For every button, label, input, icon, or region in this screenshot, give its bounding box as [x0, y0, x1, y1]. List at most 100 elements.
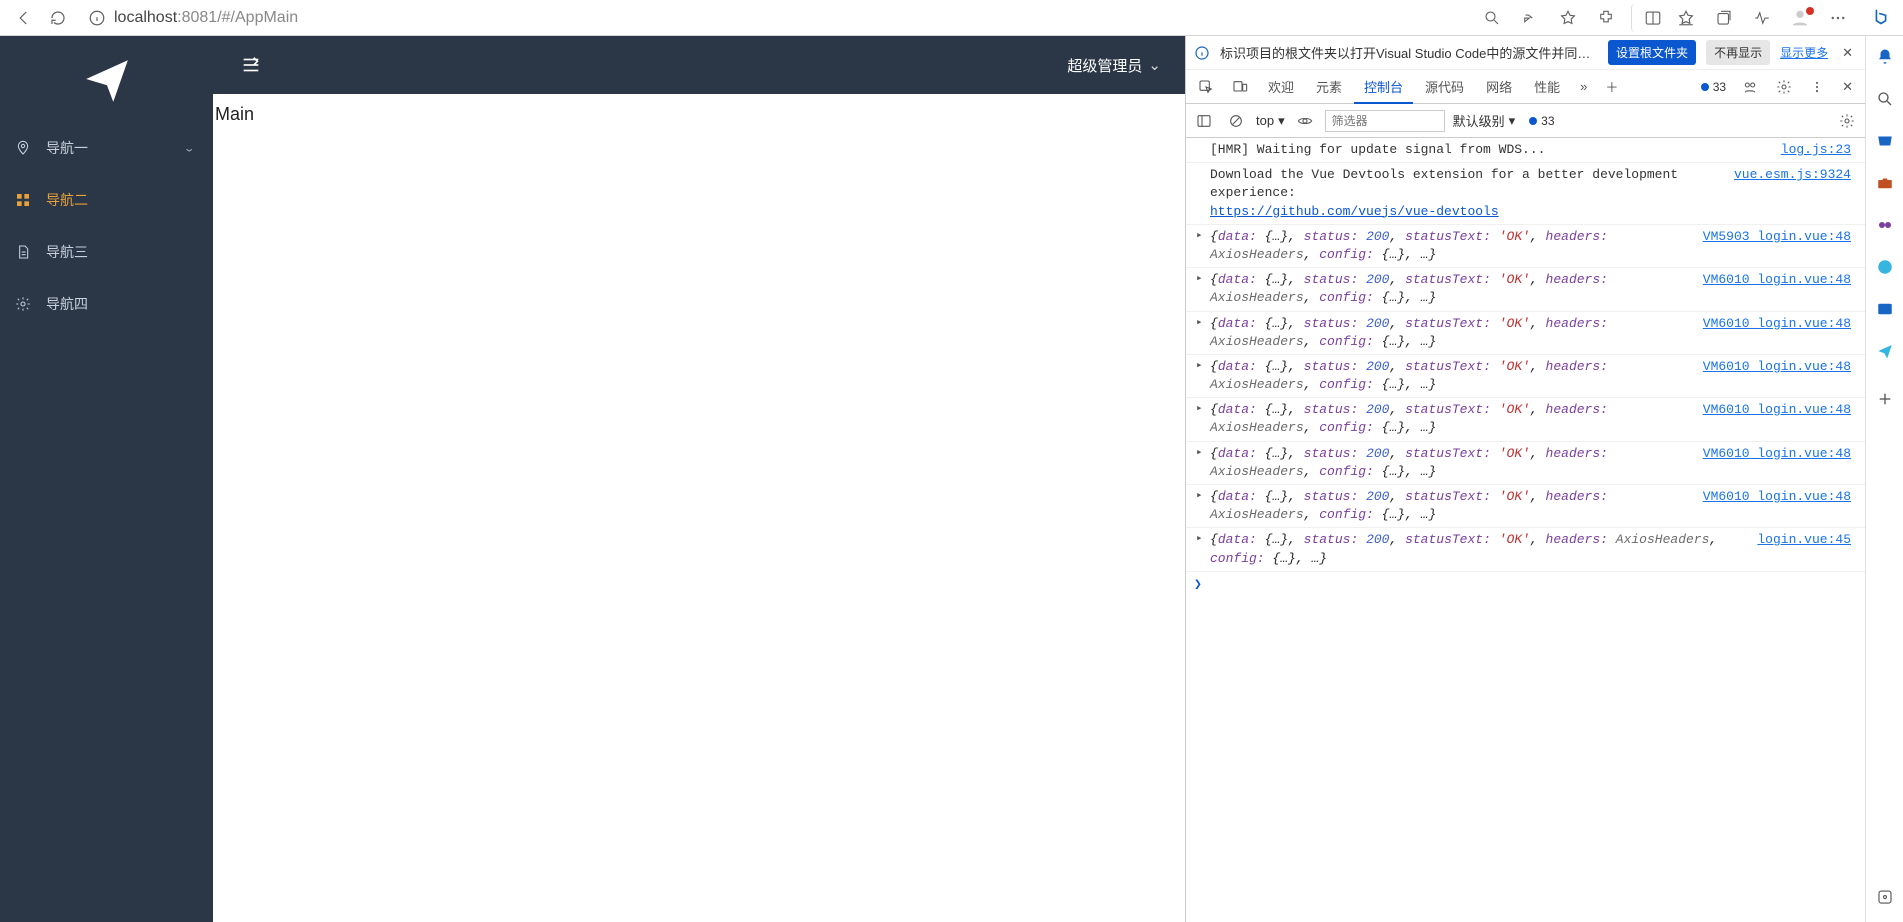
user-label: 超级管理员 — [1067, 55, 1142, 76]
never-show-button[interactable]: 不再显示 — [1706, 40, 1770, 65]
tab-elements[interactable]: 元素 — [1306, 70, 1352, 103]
performance-icon[interactable] — [1745, 4, 1779, 32]
caret-down-icon: ▾ — [1278, 113, 1285, 129]
settings-icon[interactable] — [1768, 79, 1800, 95]
inspect-element-icon[interactable] — [1190, 70, 1222, 103]
page-area: 导航一 ⌄ 导航二 导航三 导航四 — [0, 36, 1865, 922]
log-object: {data: {…}, status: 200, statusText: 'OK… — [1210, 315, 1693, 351]
log-text: Download the Vue Devtools extension for … — [1210, 167, 1686, 200]
collections-icon[interactable] — [1707, 4, 1741, 32]
search-side-icon[interactable] — [1874, 88, 1896, 110]
more-menu-icon[interactable] — [1821, 4, 1855, 32]
shopping-icon[interactable] — [1874, 130, 1896, 152]
address-bar[interactable]: localhost:8081/#/AppMain — [88, 9, 298, 27]
vue-devtools-link[interactable]: https://github.com/vuejs/vue-devtools — [1210, 204, 1499, 219]
back-button[interactable] — [10, 4, 38, 32]
tab-performance[interactable]: 性能 — [1524, 70, 1570, 103]
briefcase-icon[interactable] — [1874, 172, 1896, 194]
show-more-link[interactable]: 显示更多 — [1780, 44, 1828, 61]
add-panel-icon[interactable] — [1874, 388, 1896, 410]
log-source-link[interactable]: VM6010 login.vue:48 — [1703, 271, 1851, 289]
log-source-link[interactable]: VM6010 login.vue:48 — [1703, 401, 1851, 419]
app-nav: 导航一 ⌄ 导航二 导航三 导航四 — [0, 122, 213, 330]
console-object-row[interactable]: {data: {…}, status: 200, statusText: 'OK… — [1186, 355, 1865, 398]
log-source-link[interactable]: vue.esm.js:9324 — [1734, 166, 1851, 184]
tab-sources[interactable]: 源代码 — [1415, 70, 1474, 103]
app-sidebar: 导航一 ⌄ 导航二 导航三 导航四 — [0, 36, 213, 922]
split-screen-icon[interactable] — [1631, 4, 1665, 32]
games-icon[interactable] — [1874, 214, 1896, 236]
hidden-count-value: 33 — [1541, 114, 1554, 128]
reload-button[interactable] — [44, 4, 72, 32]
sidebar-settings-icon[interactable] — [1874, 886, 1896, 908]
issues-count-value: 33 — [1713, 80, 1726, 94]
favorites-hub-icon[interactable] — [1669, 4, 1703, 32]
console-object-row[interactable]: {data: {…}, status: 200, statusText: 'OK… — [1186, 528, 1865, 571]
feedback-icon[interactable] — [1734, 79, 1766, 95]
context-selector[interactable]: top ▾ — [1256, 113, 1285, 129]
tab-network[interactable]: 网络 — [1476, 70, 1522, 103]
more-tabs-icon[interactable]: » — [1572, 70, 1595, 103]
console-settings-icon[interactable] — [1835, 109, 1859, 133]
console-object-row[interactable]: {data: {…}, status: 200, statusText: 'OK… — [1186, 442, 1865, 485]
log-source-link[interactable]: login.vue:45 — [1757, 531, 1851, 549]
edge-logo-icon[interactable] — [1874, 256, 1896, 278]
nav-item-1[interactable]: 导航一 ⌄ — [0, 122, 213, 174]
nav-item-label: 导航二 — [46, 190, 88, 210]
url-path: /#/AppMain — [217, 9, 298, 26]
tab-console[interactable]: 控制台 — [1354, 71, 1413, 104]
nav-item-4[interactable]: 导航四 — [0, 278, 213, 330]
extensions-icon[interactable] — [1589, 4, 1623, 32]
hidden-messages-count[interactable]: 33 — [1523, 114, 1560, 128]
read-aloud-icon[interactable] — [1513, 4, 1547, 32]
console-object-row[interactable]: {data: {…}, status: 200, statusText: 'OK… — [1186, 268, 1865, 311]
nav-item-2[interactable]: 导航二 — [0, 174, 213, 226]
site-info-icon[interactable] — [88, 9, 106, 27]
edge-sidebar — [1865, 36, 1903, 922]
sidebar-toggle-button[interactable] — [237, 51, 265, 79]
log-source-link[interactable]: VM5903 login.vue:48 — [1703, 228, 1851, 246]
nav-item-label: 导航一 — [46, 138, 88, 158]
profile-avatar[interactable] — [1783, 4, 1817, 32]
close-icon[interactable]: ✕ — [1838, 45, 1857, 61]
device-toggle-icon[interactable] — [1224, 70, 1256, 103]
kebab-menu-icon[interactable] — [1802, 80, 1832, 94]
console-input[interactable] — [1186, 572, 1865, 596]
log-object: {data: {…}, status: 200, statusText: 'OK… — [1210, 228, 1693, 264]
add-tab-icon[interactable]: ＋ — [1597, 70, 1626, 103]
zoom-icon[interactable] — [1475, 4, 1509, 32]
log-source-link[interactable]: VM6010 login.vue:48 — [1703, 488, 1851, 506]
set-root-button[interactable]: 设置根文件夹 — [1608, 40, 1696, 65]
app-body: Main — [213, 94, 1185, 922]
nav-item-label: 导航三 — [46, 242, 88, 262]
log-object: {data: {…}, status: 200, statusText: 'OK… — [1210, 445, 1693, 481]
log-object: {data: {…}, status: 200, statusText: 'OK… — [1210, 488, 1693, 524]
nav-item-3[interactable]: 导航三 — [0, 226, 213, 278]
live-expression-icon[interactable] — [1293, 109, 1317, 133]
outlook-icon[interactable] — [1874, 298, 1896, 320]
tabs-right: 33 ✕ — [1695, 79, 1861, 95]
console-object-row[interactable]: {data: {…}, status: 200, statusText: 'OK… — [1186, 398, 1865, 441]
send-icon[interactable] — [1874, 340, 1896, 362]
app-topbar: 超级管理员 ⌄ — [213, 36, 1185, 94]
bing-chat-button[interactable] — [1863, 3, 1899, 33]
clear-console-icon[interactable] — [1224, 109, 1248, 133]
log-level-selector[interactable]: 默认级别 ▾ — [1453, 111, 1516, 130]
issues-count[interactable]: 33 — [1695, 80, 1732, 94]
close-devtools-icon[interactable]: ✕ — [1834, 79, 1861, 95]
bell-icon[interactable] — [1874, 46, 1896, 68]
tab-welcome[interactable]: 欢迎 — [1258, 70, 1304, 103]
console-object-row[interactable]: {data: {…}, status: 200, statusText: 'OK… — [1186, 225, 1865, 268]
log-source-link[interactable]: VM6010 login.vue:48 — [1703, 358, 1851, 376]
console-object-row[interactable]: {data: {…}, status: 200, statusText: 'OK… — [1186, 312, 1865, 355]
filter-input[interactable] — [1325, 110, 1445, 132]
console-output[interactable]: [HMR] Waiting for update signal from WDS… — [1186, 138, 1865, 922]
log-source-link[interactable]: VM6010 login.vue:48 — [1703, 445, 1851, 463]
log-source-link[interactable]: log.js:23 — [1781, 141, 1851, 159]
caret-down-icon: ▾ — [1509, 113, 1516, 129]
sidebar-toggle-icon[interactable] — [1192, 109, 1216, 133]
log-source-link[interactable]: VM6010 login.vue:48 — [1703, 315, 1851, 333]
favorite-icon[interactable] — [1551, 4, 1585, 32]
user-dropdown[interactable]: 超级管理员 ⌄ — [1067, 55, 1161, 76]
console-object-row[interactable]: {data: {…}, status: 200, statusText: 'OK… — [1186, 485, 1865, 528]
